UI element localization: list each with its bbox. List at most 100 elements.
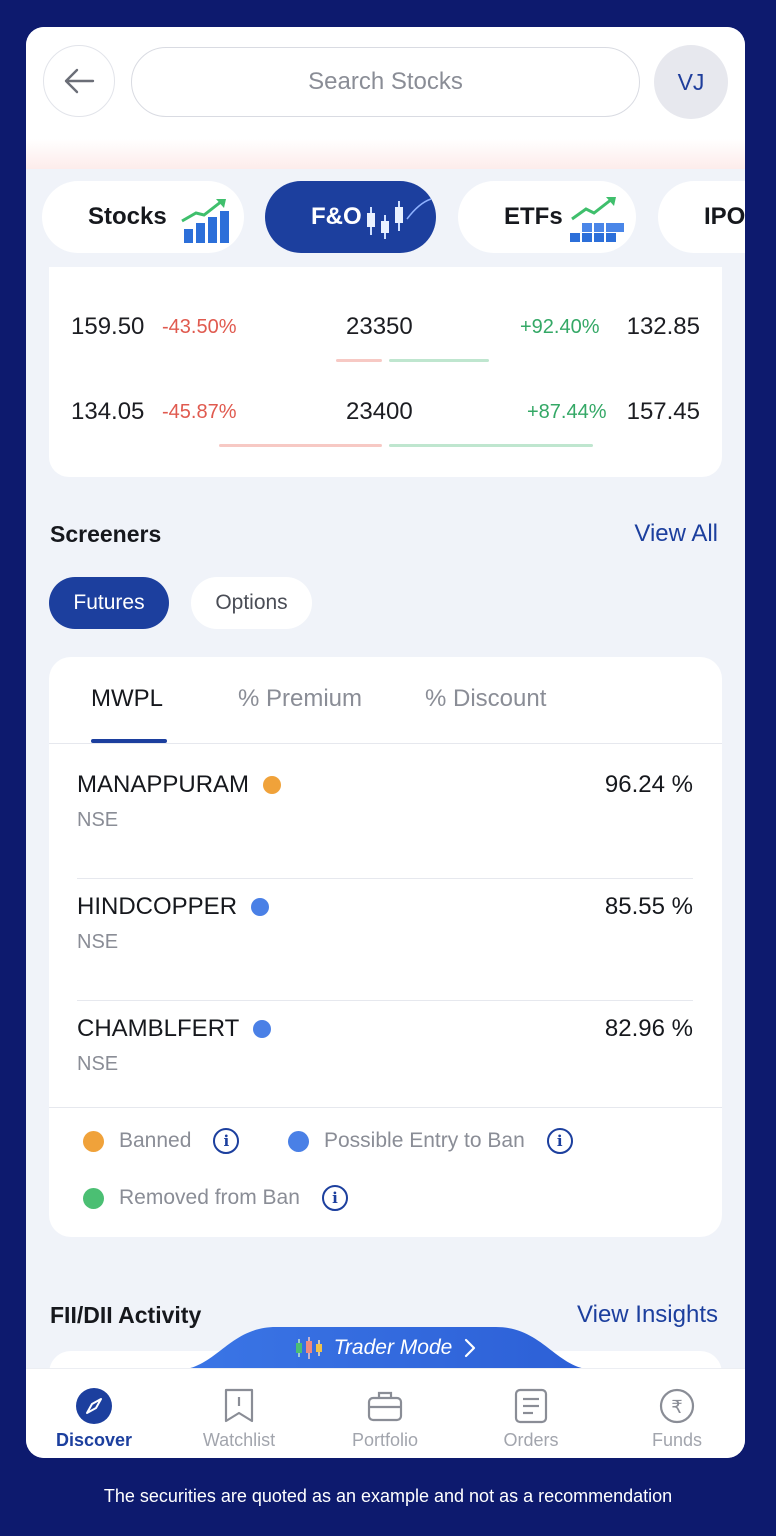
- call-oi-bar: [219, 444, 382, 447]
- option-chain-card: 159.50 -43.50% 23350 +92.40% 132.85 134.…: [49, 267, 722, 477]
- nav-label: Discover: [55, 1430, 133, 1450]
- put-ltp: 157.45: [626, 398, 700, 425]
- back-arrow-icon: [64, 68, 95, 94]
- candlestick-icon: [367, 198, 432, 239]
- option-chain-row[interactable]: 134.05 -45.87% 23400 +87.44% 157.45: [49, 398, 722, 442]
- info-icon[interactable]: i: [213, 1128, 240, 1154]
- stock-symbol: CHAMBLFERT: [77, 1015, 240, 1042]
- avatar[interactable]: VJ: [654, 45, 728, 119]
- trader-mode-label: Trader Mode: [333, 1335, 453, 1359]
- legend-removed: Removed from Ban i: [83, 1185, 348, 1211]
- legend-label: Banned: [119, 1129, 192, 1152]
- list-item[interactable]: HINDCOPPER NSE 85.55 %: [77, 879, 693, 1001]
- document-icon: [514, 1386, 548, 1426]
- legend-label: Removed from Ban: [119, 1186, 300, 1209]
- exchange-label: NSE: [77, 931, 119, 953]
- category-label: IPO: [704, 203, 745, 230]
- legend-possible-entry: Possible Entry to Ban i: [288, 1128, 573, 1154]
- search-placeholder: Search Stocks: [308, 68, 463, 95]
- options-pill[interactable]: Options: [191, 577, 312, 629]
- banned-dot: [83, 1130, 104, 1152]
- legend-banned: Banned i: [83, 1128, 240, 1154]
- trader-mode-button[interactable]: Trader Mode: [176, 1325, 596, 1370]
- view-insights-link[interactable]: View Insights: [577, 1301, 718, 1329]
- put-change: +92.40%: [520, 316, 600, 338]
- futures-pill-label: Futures: [73, 591, 145, 614]
- category-label: Stocks: [88, 203, 167, 230]
- stock-name-wrap: CHAMBLFERT: [77, 1015, 272, 1043]
- tabs-divider: [49, 743, 722, 744]
- futures-pill[interactable]: Futures: [49, 577, 169, 629]
- removed-dot: [83, 1187, 104, 1209]
- info-icon[interactable]: i: [546, 1128, 573, 1154]
- screeners-title: Screeners: [50, 521, 162, 547]
- stock-name-wrap: HINDCOPPER: [77, 893, 270, 921]
- list-item[interactable]: MANAPPURAM NSE 96.24 %: [77, 757, 693, 879]
- nav-watchlist[interactable]: Watchlist: [179, 1369, 299, 1458]
- nav-discover[interactable]: Discover: [34, 1369, 154, 1458]
- put-oi-bar: [389, 359, 489, 362]
- briefcase-icon: [367, 1386, 403, 1426]
- bottom-nav: Discover Watchlist Portfolio Orders ₹ Fu…: [26, 1368, 745, 1458]
- legend-label: Possible Entry to Ban: [324, 1129, 525, 1152]
- tab-mwpl[interactable]: MWPL: [91, 685, 163, 713]
- candlestick-icon: [295, 1336, 322, 1359]
- options-pill-label: Options: [215, 591, 288, 614]
- nav-label: Funds: [651, 1430, 703, 1450]
- call-oi-bar: [336, 359, 382, 362]
- exchange-label: NSE: [77, 809, 119, 831]
- call-ltp: 159.50: [71, 313, 145, 340]
- disclaimer-text: The securities are quoted as an example …: [103, 1486, 673, 1506]
- info-glyph: i: [223, 1132, 230, 1150]
- mwpl-value: 96.24 %: [604, 771, 693, 798]
- category-tabs: Stocks F&O ETFs IPO: [26, 181, 745, 253]
- nav-funds[interactable]: ₹ Funds: [617, 1369, 737, 1458]
- trader-mode-content: Trader Mode: [176, 1325, 596, 1370]
- info-icon[interactable]: i: [321, 1185, 348, 1211]
- nav-label: Watchlist: [202, 1430, 276, 1450]
- nav-label: Portfolio: [351, 1430, 419, 1450]
- list-item[interactable]: CHAMBLFERT NSE 82.96 %: [77, 1001, 693, 1107]
- put-ltp: 132.85: [626, 313, 700, 340]
- bookmark-icon: [224, 1386, 254, 1426]
- strike-price: 23350: [346, 313, 413, 340]
- possible-entry-dot: [288, 1130, 309, 1152]
- mwpl-value: 85.55 %: [604, 893, 693, 920]
- rupee-glyph: ₹: [671, 1397, 682, 1418]
- stock-symbol: HINDCOPPER: [77, 893, 238, 920]
- stacked-blocks-up-icon: [570, 197, 624, 242]
- put-change: +87.44%: [527, 401, 607, 423]
- option-chain-row[interactable]: 159.50 -43.50% 23350 +92.40% 132.85: [49, 313, 722, 357]
- category-etfs[interactable]: ETFs: [458, 181, 636, 253]
- info-glyph: i: [556, 1132, 563, 1150]
- nav-orders[interactable]: Orders: [471, 1369, 591, 1458]
- tab-premium[interactable]: % Premium: [238, 685, 362, 713]
- possible-entry-status-dot: [251, 898, 270, 916]
- category-ipo[interactable]: IPO: [658, 181, 745, 253]
- app-screen: Search Stocks VJ Stocks F&O ETFs IPO 159…: [26, 27, 745, 1458]
- exchange-label: NSE: [77, 1053, 119, 1075]
- legend-divider: [49, 1107, 722, 1108]
- category-label: F&O: [311, 203, 362, 230]
- category-label: ETFs: [504, 203, 563, 230]
- search-input[interactable]: Search Stocks: [131, 47, 640, 117]
- chevron-right-icon: [465, 1338, 476, 1357]
- mwpl-value: 82.96 %: [604, 1015, 693, 1042]
- rupee-icon: ₹: [659, 1386, 695, 1426]
- stock-name-wrap: MANAPPURAM: [77, 771, 282, 799]
- category-fno[interactable]: F&O: [265, 181, 436, 253]
- info-glyph: i: [332, 1189, 338, 1207]
- compass-icon: [75, 1386, 113, 1426]
- tab-discount[interactable]: % Discount: [425, 685, 546, 713]
- avatar-initials: VJ: [677, 68, 705, 95]
- back-button[interactable]: [43, 45, 115, 117]
- call-change: -45.87%: [162, 401, 237, 423]
- screener-card: MWPL % Premium % Discount MANAPPURAM NSE…: [49, 657, 722, 1237]
- call-change: -43.50%: [162, 316, 237, 338]
- view-all-link[interactable]: View All: [634, 520, 718, 548]
- category-stocks[interactable]: Stocks: [42, 181, 244, 253]
- banned-status-dot: [263, 776, 282, 794]
- nav-portfolio[interactable]: Portfolio: [325, 1369, 445, 1458]
- stock-symbol: MANAPPURAM: [77, 771, 250, 798]
- nav-label: Orders: [503, 1430, 559, 1450]
